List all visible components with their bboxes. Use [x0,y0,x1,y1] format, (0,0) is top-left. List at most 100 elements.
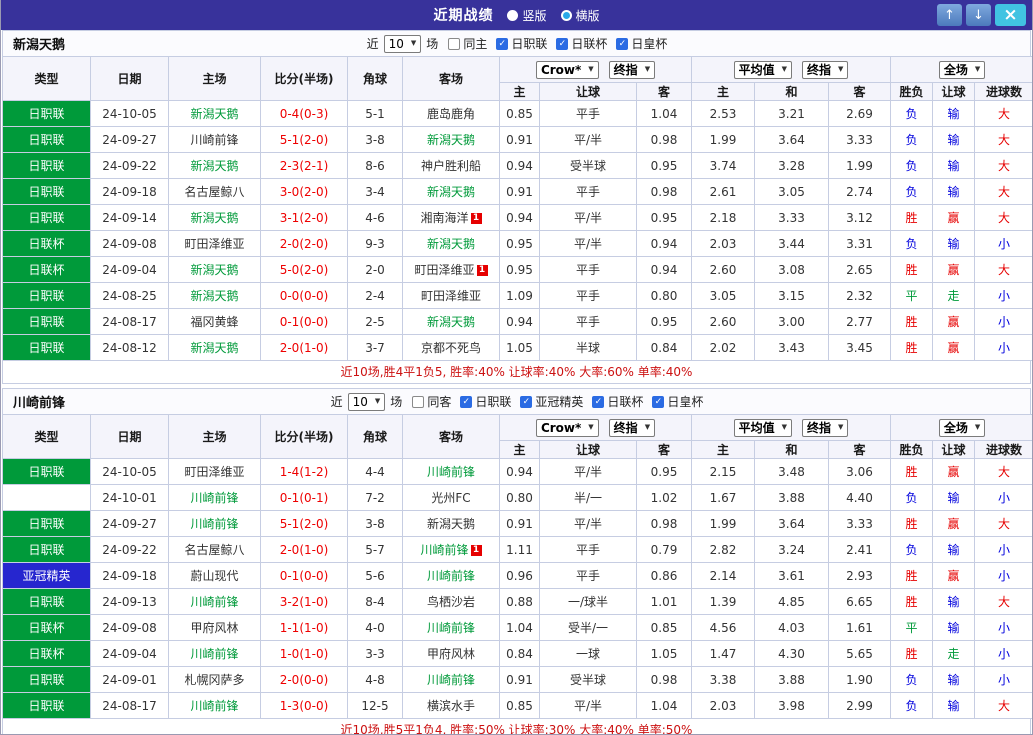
filter-checkbox[interactable]: ✓ 亚冠精英 [520,393,583,410]
avg-home-cell: 2.15 [691,458,756,485]
average-stage-select[interactable]: 终指 ▼ [802,418,849,437]
scroll-up-button[interactable]: ↑ [937,4,962,26]
handicap-result-cell: 赢 [932,510,976,537]
match-row: 日职联 24-09-27 川崎前锋 5-1(2-0) 3-8 新潟天鹅 0.91 平/半 0.9… [2,510,1032,537]
away-team-cell: 鹿岛鹿角 [402,100,500,127]
checkbox-box[interactable] [448,37,461,50]
filter-checkbox[interactable]: ✓ 日联杯 [592,393,643,410]
col-avg-draw: 和 [754,440,830,459]
avg-draw-cell: 3.08 [754,256,830,283]
games-count-value: 10 [388,36,404,51]
filter-checkbox[interactable]: ✓ 日皇杯 [652,393,703,410]
col-handicap-result: 让球 [932,440,976,459]
corners-cell: 3-7 [347,334,403,361]
checkbox-box[interactable]: ✓ [652,395,665,408]
team-name: 町田泽维亚 [414,263,475,277]
goals-result-cell: 大 [974,178,1032,205]
checkbox-box[interactable] [412,395,425,408]
chevron-down-icon: ▼ [588,423,594,431]
filter-checkbox[interactable]: 同客 [412,393,451,410]
recent-results-table: 类型 日期 主场 比分(半场) 角球 客场 Crow* ▼ 终指 ▼ 平均值 ▼… [2,56,1032,361]
score-cell: 5-1(2-0) [260,510,348,537]
radio-vertical[interactable]: 竖版 [507,7,547,24]
average-group-header: 平均值 ▼ 终指 ▼ [691,414,892,441]
home-team-cell: 新潟天鹅 [168,204,261,231]
match-row: 日联杯 24-09-04 川崎前锋 1-0(1-0) 3-3 甲府风林 0.84 一球 1.05… [2,640,1032,667]
result-cell: 胜 [890,458,934,485]
team-name: 蔚山现代 [190,569,239,583]
match-row: 日职联 24-08-25 新潟天鹅 0-0(0-0) 2-4 町田泽维亚 1.09 平手 0.8… [2,282,1032,309]
handicap-cell: 受半/一 [539,614,637,641]
filter-checkbox[interactable]: ✓ 日职联 [460,393,511,410]
result-cell: 负 [890,100,934,127]
away-team-cell: 新潟天鹅 [402,230,500,257]
handicap-result-cell: 走 [932,640,976,667]
team-name: 神户胜利船 [420,159,481,173]
goals-result-cell: 大 [974,510,1032,537]
odds-away-cell: 0.84 [635,334,693,361]
odds-away-cell: 0.98 [635,510,693,537]
radio-circle[interactable] [560,9,572,21]
filter-checkbox[interactable]: ✓ 日皇杯 [616,35,667,52]
away-team-cell: 鸟栖沙岩 [402,588,500,615]
avg-home-cell: 1.39 [691,588,756,615]
team-name: 新潟天鹅 [426,237,475,251]
full-match-select[interactable]: 全场 ▼ [938,60,986,79]
close-button[interactable]: × [995,4,1026,26]
bookmaker-select[interactable]: Crow* ▼ [535,60,599,79]
match-row: 日联杯 24-09-08 町田泽维亚 2-0(2-0) 9-3 新潟天鹅 0.95 平/半 0.… [2,230,1032,257]
full-match-select[interactable]: 全场 ▼ [938,418,986,437]
home-team-cell: 甲府风林 [168,614,261,641]
odds-stage-select[interactable]: 终指 ▼ [608,60,656,79]
team-name: 京都不死鸟 [420,341,481,355]
corners-cell: 3-4 [347,178,403,205]
odds-home-cell: 0.80 [499,484,540,511]
date-cell: 24-09-08 [90,230,169,257]
filter-checkbox[interactable]: ✓ 日联杯 [556,35,607,52]
checkbox-label: 日联杯 [571,37,608,51]
avg-away-cell: 2.41 [828,536,892,563]
handicap-cell: 平/半 [539,458,637,485]
team-name: 新潟天鹅 [190,159,239,173]
checkbox-label: 日皇杯 [631,37,668,51]
checkbox-box[interactable]: ✓ [616,37,629,50]
chevron-down-icon: ▼ [974,65,981,73]
avg-draw-cell: 3.28 [754,152,830,179]
checkbox-box[interactable]: ✓ [556,37,569,50]
average-select[interactable]: 平均值 ▼ [733,60,793,79]
checkbox-label: 日联杯 [607,395,644,409]
filter-checkbox[interactable]: ✓ 日职联 [496,35,547,52]
odds-home-cell: 0.96 [499,562,540,589]
team-name: 町田泽维亚 [184,237,245,251]
games-count-select[interactable]: 10 ▼ [347,392,386,411]
match-row: 日职联 24-09-14 新潟天鹅 3-1(2-0) 4-6 湘南海洋 1 0.94 平/半 0.… [2,204,1032,231]
checkbox-box[interactable]: ✓ [592,395,605,408]
average-select[interactable]: 平均值 ▼ [733,418,793,437]
avg-away-cell: 3.33 [828,126,892,153]
goals-result-cell: 小 [974,640,1032,667]
games-count-select[interactable]: 10 ▼ [383,34,422,53]
scroll-down-button[interactable]: ↓ [966,4,991,26]
avg-home-cell: 3.05 [691,282,756,309]
result-cell: 胜 [890,562,934,589]
col-odds-home: 主 [499,440,540,459]
average-stage-select[interactable]: 终指 ▼ [802,60,849,79]
checkbox-box[interactable]: ✓ [496,37,509,50]
up-arrow-icon: ↑ [944,7,955,23]
odds-stage-select[interactable]: 终指 ▼ [608,418,656,437]
filter-checkbox[interactable]: 同主 [448,35,487,52]
radio-circle[interactable] [507,9,519,21]
team-name: 新潟天鹅 [426,133,475,147]
handicap-cell: 平手 [539,100,637,127]
handicap-result-cell: 赢 [932,308,976,335]
team-name: 新潟天鹅 [190,263,239,277]
checkbox-box[interactable]: ✓ [460,395,473,408]
checkbox-box[interactable]: ✓ [520,395,533,408]
avg-draw-cell: 3.88 [754,666,830,693]
match-row: 日职联 24-10-05 新潟天鹅 0-4(0-3) 5-1 鹿岛鹿角 0.85 平手 1.04… [2,100,1032,127]
bookmaker-select[interactable]: Crow* ▼ [535,418,599,437]
match-row: 日职联 24-09-27 川崎前锋 5-1(2-0) 3-8 新潟天鹅 0.91 平/半 0.9… [2,126,1032,153]
radio-horizontal[interactable]: 横版 [560,7,600,24]
away-team-cell: 町田泽维亚 [402,282,500,309]
result-cell: 负 [890,230,934,257]
